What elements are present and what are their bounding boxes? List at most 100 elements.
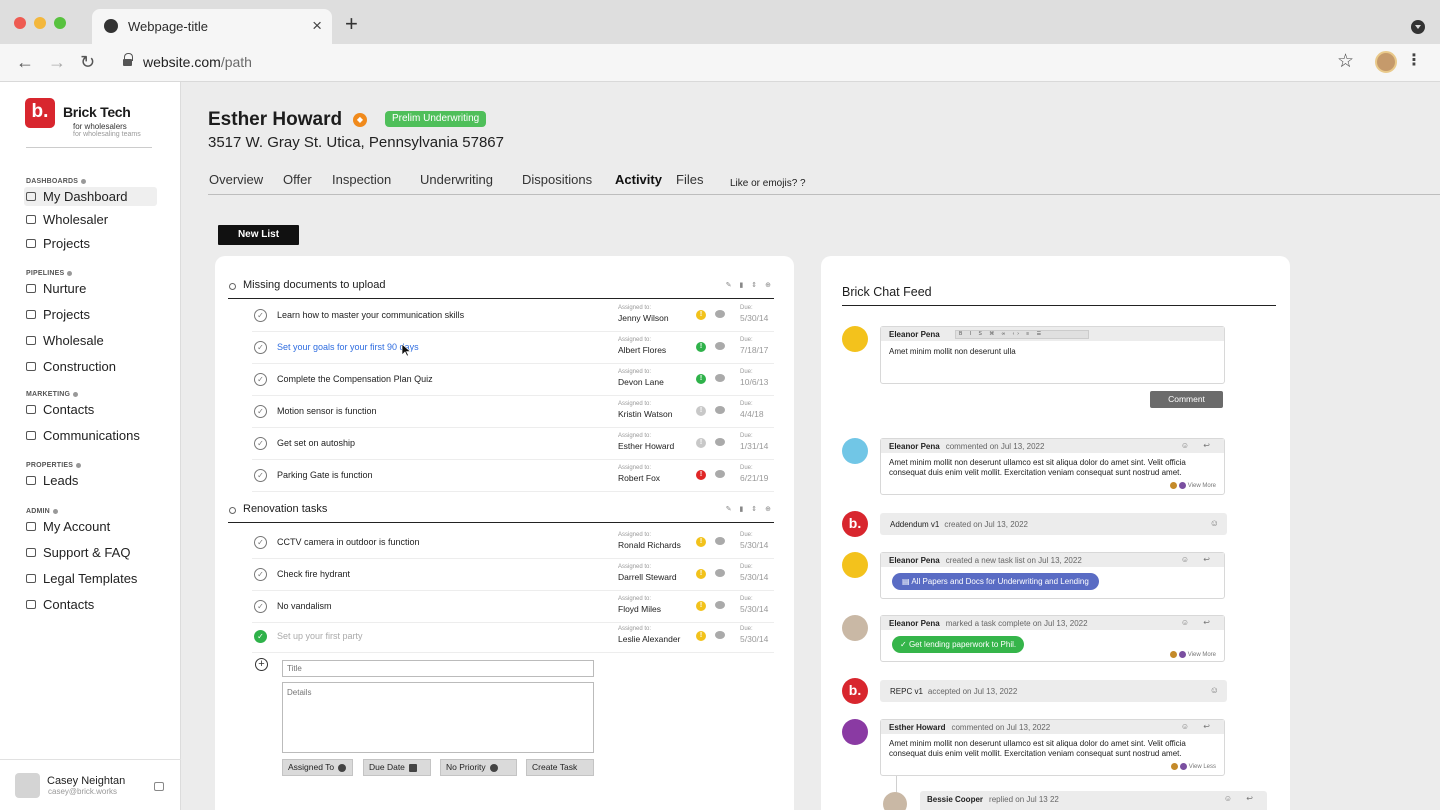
task-row[interactable]: ✓ Get set on autoship Assigned to: Esthe… (252, 428, 774, 460)
comment-icon[interactable] (715, 601, 725, 609)
task-title[interactable]: Set up your first party (277, 631, 363, 641)
bookmark-star-icon[interactable]: ☆ (1337, 50, 1354, 73)
check-icon[interactable]: ✓ (254, 469, 267, 482)
sidebar-item-nurture[interactable]: Nurture (24, 279, 157, 298)
check-icon[interactable]: ✓ (254, 405, 267, 418)
sidebar-item-leads[interactable]: Leads (24, 471, 157, 490)
sidebar-item-my-account[interactable]: My Account (24, 517, 157, 536)
comment-icon[interactable] (715, 631, 725, 639)
priority-icon[interactable]: ! (696, 631, 706, 641)
tab-overview[interactable]: Overview (209, 172, 263, 187)
logout-icon[interactable] (154, 782, 164, 791)
browser-tab[interactable]: Webpage-title × (92, 9, 332, 44)
tab-offer[interactable]: Offer (283, 172, 312, 187)
comment-icon[interactable] (715, 470, 725, 478)
comment-icon[interactable] (715, 537, 725, 545)
task-row[interactable]: ✓ Complete the Compensation Plan Quiz As… (252, 364, 774, 396)
priority-button[interactable]: No Priority (440, 759, 517, 776)
emoji-reply-icon[interactable]: ☺ ↩ (1181, 618, 1216, 627)
priority-icon[interactable]: ! (696, 406, 706, 416)
profile-avatar[interactable] (1375, 51, 1397, 73)
window-minimize-button[interactable] (34, 17, 46, 29)
task-row[interactable]: ✓ Set up your first party Assigned to: L… (252, 621, 774, 653)
task-list-pill[interactable]: ▤ All Papers and Docs for Underwriting a… (892, 573, 1099, 590)
tab-search-icon[interactable] (1411, 20, 1425, 34)
task-title[interactable]: Learn how to master your communication s… (277, 310, 464, 320)
comment-icon[interactable] (715, 406, 725, 414)
comment-icon[interactable] (715, 374, 725, 382)
task-row[interactable]: ✓ Learn how to master your communication… (252, 300, 774, 332)
emoji-icon[interactable]: ☺ (1210, 518, 1219, 528)
assigned-to-button[interactable]: Assigned To (282, 759, 353, 776)
collapse-icon[interactable] (229, 283, 236, 290)
emoji-reply-icon[interactable]: ☺ ↩ (1224, 794, 1259, 803)
sidebar-item-my-dashboard[interactable]: My Dashboard (24, 187, 157, 206)
task-title[interactable]: Complete the Compensation Plan Quiz (277, 374, 433, 384)
task-row[interactable]: ✓ Set your goals for your first 90 days … (252, 332, 774, 364)
sidebar-item-contacts[interactable]: Contacts (24, 400, 157, 419)
task-row[interactable]: ✓ Motion sensor is function Assigned to:… (252, 396, 774, 428)
comment-icon[interactable] (715, 310, 725, 318)
sidebar-item-pipeline-projects[interactable]: Projects (24, 305, 157, 324)
priority-icon[interactable]: ! (696, 438, 706, 448)
window-close-button[interactable] (14, 17, 26, 29)
sidebar-item-construction[interactable]: Construction (24, 357, 157, 376)
priority-icon[interactable]: ! (696, 470, 706, 480)
group-actions-icon[interactable]: ✎ ▮ ⇕ ⊕ (726, 281, 774, 289)
tab-inspection[interactable]: Inspection (332, 172, 391, 187)
browser-menu-icon[interactable]: ⋮ (1406, 50, 1422, 70)
task-title[interactable]: Set your goals for your first 90 days (277, 342, 419, 352)
comment-icon[interactable] (715, 342, 725, 350)
close-tab-icon[interactable]: × (312, 16, 322, 36)
check-done-icon[interactable]: ✓ (254, 630, 267, 643)
priority-icon[interactable]: ! (696, 342, 706, 352)
new-tab-icon[interactable]: + (345, 13, 358, 35)
collapse-icon[interactable] (229, 507, 236, 514)
check-icon[interactable]: ✓ (254, 309, 267, 322)
task-title[interactable]: Parking Gate is function (277, 470, 373, 480)
sidebar-item-wholesale[interactable]: Wholesale (24, 331, 157, 350)
check-icon[interactable]: ✓ (254, 536, 267, 549)
priority-icon[interactable]: ! (696, 537, 706, 547)
view-less-link[interactable]: View Less (1170, 762, 1216, 772)
add-task-icon[interactable]: + (255, 658, 268, 671)
sidebar-item-support[interactable]: Support & FAQ (24, 543, 157, 562)
emoji-reply-icon[interactable]: ☺ ↩ (1181, 722, 1216, 731)
task-details-input[interactable] (282, 682, 594, 753)
status-badge[interactable]: Prelim Underwriting (385, 111, 487, 127)
task-row[interactable]: ✓ Parking Gate is function Assigned to: … (252, 460, 774, 492)
formatting-toolbar[interactable]: B I S ⌘ ∞ ‹› ≡ ☰ (955, 330, 1089, 339)
tab-dispositions[interactable]: Dispositions (522, 172, 592, 187)
check-icon[interactable]: ✓ (254, 437, 267, 450)
group-actions-icon[interactable]: ✎ ▮ ⇕ ⊕ (726, 505, 774, 513)
forward-icon[interactable]: → (48, 52, 66, 72)
priority-icon[interactable]: ! (696, 374, 706, 384)
emoji-hint[interactable]: Like or emojis? ? (730, 178, 806, 189)
new-list-button[interactable]: New List (218, 225, 299, 245)
priority-icon[interactable]: ! (696, 310, 706, 320)
task-title[interactable]: Check fire hydrant (277, 569, 350, 579)
task-row[interactable]: ✓ CCTV camera in outdoor is function Ass… (252, 527, 774, 559)
comment-icon[interactable] (715, 438, 725, 446)
task-row[interactable]: ✓ Check fire hydrant Assigned to: Darrel… (252, 559, 774, 591)
window-maximize-button[interactable] (54, 17, 66, 29)
sidebar-item-admin-contacts[interactable]: Contacts (24, 595, 157, 614)
task-title-input[interactable] (282, 660, 594, 677)
task-title[interactable]: Motion sensor is function (277, 406, 377, 416)
completed-task-pill[interactable]: ✓ Get lending paperwork to Phil. (892, 636, 1025, 653)
sidebar-item-communications[interactable]: Communications (24, 426, 157, 445)
due-date-button[interactable]: Due Date (363, 759, 431, 776)
comment-input[interactable]: Amet minim mollit non deserunt ulla (881, 341, 1224, 381)
emoji-icon[interactable]: ☺ (1210, 685, 1219, 695)
tab-activity[interactable]: Activity (615, 172, 662, 187)
tab-files[interactable]: Files (676, 172, 703, 187)
comment-icon[interactable] (715, 569, 725, 577)
sidebar-item-legal-templates[interactable]: Legal Templates (24, 569, 157, 588)
sidebar-item-wholesaler[interactable]: Wholesaler (24, 210, 157, 229)
comment-button[interactable]: Comment (1150, 391, 1223, 408)
check-icon[interactable]: ✓ (254, 600, 267, 613)
avatar[interactable] (15, 773, 40, 798)
priority-icon[interactable]: ! (696, 601, 706, 611)
priority-icon[interactable]: ! (696, 569, 706, 579)
view-more-link[interactable]: View More (1169, 481, 1216, 491)
